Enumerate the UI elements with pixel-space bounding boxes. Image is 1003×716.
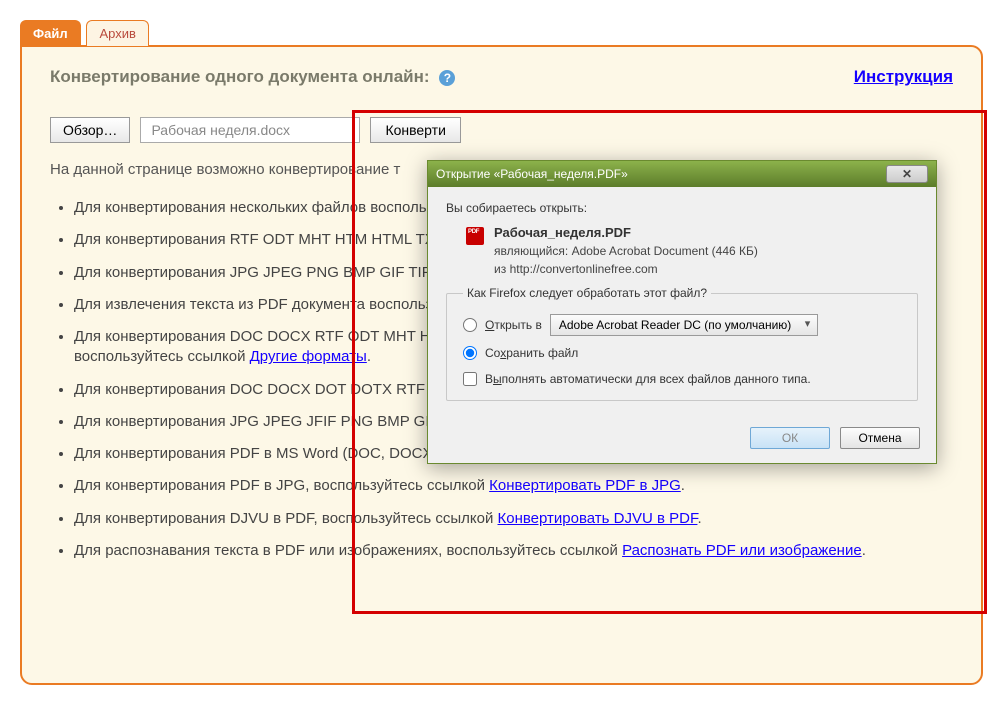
auto-label: Выполнять автоматически для всех файлов …: [485, 372, 811, 386]
feature-item: Для распознавания текста в PDF или изобр…: [74, 541, 953, 561]
save-file-label: Сохранить файл: [485, 346, 578, 360]
feature-link[interactable]: Распознать PDF или изображение: [622, 542, 862, 559]
dialog-filename: Рабочая_неделя.PDF: [494, 225, 758, 240]
action-legend: Как Firefox следует обработать этот файл…: [463, 286, 711, 300]
action-fieldset: Как Firefox следует обработать этот файл…: [446, 286, 918, 401]
file-name-field[interactable]: Рабочая неделя.docx: [140, 117, 360, 143]
tabs: Файл Архив: [20, 20, 983, 46]
dialog-source: из http://convertonlinefree.com: [494, 262, 758, 276]
instruction-link[interactable]: Инструкция: [854, 67, 953, 87]
feature-item: Для конвертирования PDF в JPG, воспользу…: [74, 476, 953, 496]
feature-link[interactable]: Другие форматы: [250, 348, 367, 365]
convert-button[interactable]: Конверти: [370, 117, 460, 143]
dialog-prompt: Вы собираетесь открыть:: [446, 201, 918, 215]
dialog-titlebar: Открытие «Рабочая_неделя.PDF» ✕: [428, 161, 936, 187]
browse-button[interactable]: Обзор…: [50, 117, 130, 143]
feature-link[interactable]: Конвертировать DJVU в PDF: [498, 510, 698, 527]
feature-link[interactable]: Конвертировать PDF в JPG: [489, 477, 681, 494]
radio-open-with[interactable]: [463, 318, 477, 332]
open-with-select[interactable]: Adobe Acrobat Reader DC (по умолчанию): [550, 314, 818, 336]
dialog-filetype: являющийся: Adobe Acrobat Document (446 …: [494, 244, 758, 258]
tab-file[interactable]: Файл: [20, 20, 81, 46]
tab-archive[interactable]: Архив: [86, 20, 148, 46]
page-title: Конвертирование одного документа онлайн:: [50, 67, 430, 86]
radio-save-file[interactable]: [463, 346, 477, 360]
cancel-button[interactable]: Отмена: [840, 427, 920, 449]
download-dialog: Открытие «Рабочая_неделя.PDF» ✕ Вы собир…: [427, 160, 937, 464]
close-icon[interactable]: ✕: [886, 165, 928, 183]
pdf-icon: [466, 227, 484, 245]
dialog-title: Открытие «Рабочая_неделя.PDF»: [436, 167, 628, 181]
feature-item: Для конвертирования DJVU в PDF, воспольз…: [74, 509, 953, 529]
main-panel: Конвертирование одного документа онлайн:…: [20, 45, 983, 685]
ok-button[interactable]: ОК: [750, 427, 830, 449]
help-icon[interactable]: ?: [439, 70, 455, 86]
open-with-label: Открыть в: [485, 318, 542, 332]
checkbox-auto[interactable]: [463, 372, 477, 386]
